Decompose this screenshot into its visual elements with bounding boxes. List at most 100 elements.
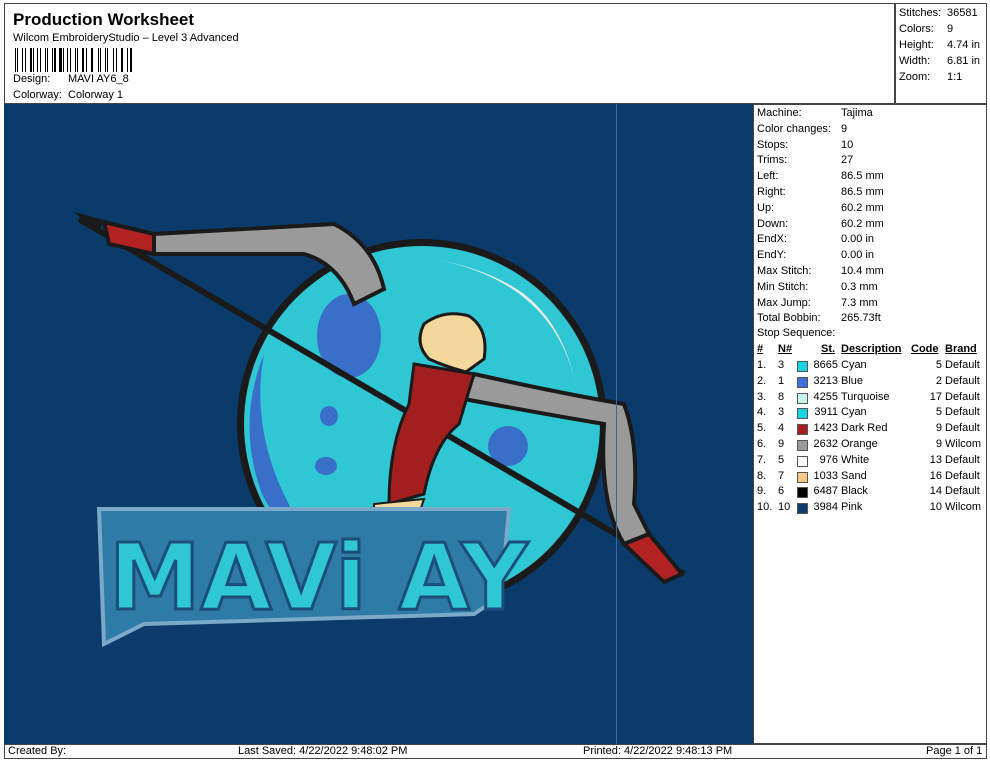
cell-code: 14 xyxy=(929,485,942,498)
cell-code: 9 xyxy=(935,422,942,435)
col-n: N# xyxy=(778,343,793,355)
table-row: 1. 3 8665 Cyan 5 Default xyxy=(754,359,986,375)
created-by: Created By: xyxy=(8,745,67,757)
col-num: # xyxy=(757,343,764,355)
color-swatch xyxy=(797,408,808,420)
cell-desc: Turquoise xyxy=(841,390,890,403)
machine-info-row: Up: 60.2 mm xyxy=(757,202,884,214)
machine-info-value: 0.3 mm xyxy=(841,280,878,293)
table-row: 9. 6 6487 Black 14 Default xyxy=(754,485,986,501)
color-swatch xyxy=(797,424,808,436)
machine-info-label: Left: xyxy=(757,170,779,183)
machine-info-label: EndY: xyxy=(757,249,787,262)
cell-n: 9 xyxy=(778,438,785,450)
machine-info-value: 9 xyxy=(841,122,848,135)
cell-code: 9 xyxy=(935,438,942,450)
embroidery-artwork: MAVi AY xyxy=(74,212,686,648)
machine-info-label: EndX: xyxy=(757,233,787,246)
cell-st: 6487 xyxy=(813,485,838,498)
colorway-value: Colorway 1 xyxy=(68,89,124,101)
colorway-label: Colorway: xyxy=(13,89,62,101)
stat-label: Zoom: xyxy=(899,71,931,83)
machine-info-value: 60.2 mm xyxy=(841,201,884,214)
machine-info-label: Max Stitch: xyxy=(757,265,812,277)
cell-st: 3911 xyxy=(814,406,838,419)
cell-num: 3. xyxy=(757,390,767,403)
cell-code: 16 xyxy=(929,469,942,482)
bow-red-tip-lower xyxy=(620,531,686,585)
machine-info-row: EndX: 0.00 in xyxy=(757,233,874,245)
stat-row: Zoom: 1:1 xyxy=(899,71,962,83)
col-code: Code xyxy=(911,343,939,355)
machine-info-label: Total Bobbin: xyxy=(757,312,821,325)
cell-num: 1. xyxy=(757,359,767,371)
table-row: 7. 5 976 White 13 Default xyxy=(754,454,986,470)
color-swatch xyxy=(797,376,808,388)
color-swatch xyxy=(797,361,808,372)
cell-code: 5 xyxy=(935,359,942,371)
cell-brand: Wilcom xyxy=(945,438,982,450)
machine-info-row: Machine: Tajima xyxy=(757,107,873,119)
cell-st: 4255 xyxy=(813,390,838,403)
stat-value: 9 xyxy=(947,23,954,35)
bow-red-tip xyxy=(101,219,156,257)
barcode-icon xyxy=(15,48,135,72)
hoop-center-line xyxy=(616,104,617,744)
cell-desc: Dark Red xyxy=(841,422,888,435)
stat-label: Stitches: xyxy=(899,7,942,19)
design-row: Design: MAVI AY6_8 xyxy=(13,73,129,85)
machine-info-row: Stops: 10 xyxy=(757,139,853,151)
col-desc: Description xyxy=(841,343,902,355)
cell-num: 10. xyxy=(757,501,773,514)
machine-info-row: Max Jump: 7.3 mm xyxy=(757,297,878,309)
table-row: 8. 7 1033 Sand 16 Default xyxy=(754,470,986,486)
machine-info-value: 265.73ft xyxy=(841,312,881,325)
col-st: St. xyxy=(821,343,836,355)
cell-n: 7 xyxy=(778,469,785,482)
cell-brand: Default xyxy=(945,390,980,403)
design-stats: Stitches: 36581 Colors: 9 Height: 4.74 in W… xyxy=(895,3,987,104)
machine-info-label: Up: xyxy=(757,201,775,214)
software-subtitle: Wilcom EmbroideryStudio – Level 3 Advanc… xyxy=(13,32,239,44)
cell-desc: Black xyxy=(841,485,868,498)
machine-info-row: Min Stitch: 0.3 mm xyxy=(757,281,878,293)
machine-info-value: 86.5 mm xyxy=(841,186,884,198)
cell-brand: Default xyxy=(945,453,980,466)
machine-info-row: Total Bobbin: 265.73ft xyxy=(757,312,881,324)
table-row: 3. 8 4255 Turquoise 17 Default xyxy=(754,391,986,407)
machine-info-value: 10.4 mm xyxy=(841,265,884,277)
logo-text: MAVi AY xyxy=(109,524,529,631)
table-row: 5. 4 1423 Dark Red 9 Default xyxy=(754,422,986,438)
cell-num: 7. xyxy=(757,453,767,466)
machine-info-row: Trims: 27 xyxy=(757,154,853,166)
stat-value: 1:1 xyxy=(947,71,963,83)
logo-lettering: MAVi AY xyxy=(96,507,531,648)
cell-n: 10 xyxy=(778,501,791,514)
cell-brand: Default xyxy=(945,485,980,498)
cell-num: 5. xyxy=(757,422,767,435)
cell-st: 3984 xyxy=(813,501,838,514)
machine-info-row: Right: 86.5 mm xyxy=(757,186,884,198)
machine-info-label: Machine: xyxy=(757,107,802,119)
color-swatch xyxy=(797,487,808,499)
cell-code: 2 xyxy=(935,374,942,387)
cell-brand: Default xyxy=(945,469,980,482)
machine-info-value: 86.5 mm xyxy=(841,170,884,183)
color-swatch xyxy=(797,503,808,515)
machine-info-value: 0.00 in xyxy=(841,233,875,246)
cell-num: 9. xyxy=(757,485,767,498)
machine-info-label: Stops: xyxy=(757,138,789,151)
cell-brand: Default xyxy=(945,422,980,435)
machine-info-value: Tajima xyxy=(841,107,873,119)
machine-info-panel: Total Bobbin: 265.73ft Max Jump: 7.3 mm Min … xyxy=(753,104,987,744)
table-row: 2. 1 3213 Blue 2 Default xyxy=(754,375,986,391)
worksheet-footer: Created By: Last Saved: 4/22/2022 9:48:0… xyxy=(4,744,987,759)
stat-label: Height: xyxy=(899,39,934,51)
machine-info-label: Max Jump: xyxy=(757,296,811,309)
design-label: Design: xyxy=(13,73,51,85)
cell-num: 8. xyxy=(757,469,767,482)
cell-num: 6. xyxy=(757,438,767,450)
machine-info-label: Min Stitch: xyxy=(757,280,809,293)
cell-desc: White xyxy=(841,453,870,466)
printed-date: Printed: 4/22/2022 9:48:13 PM xyxy=(583,745,733,757)
